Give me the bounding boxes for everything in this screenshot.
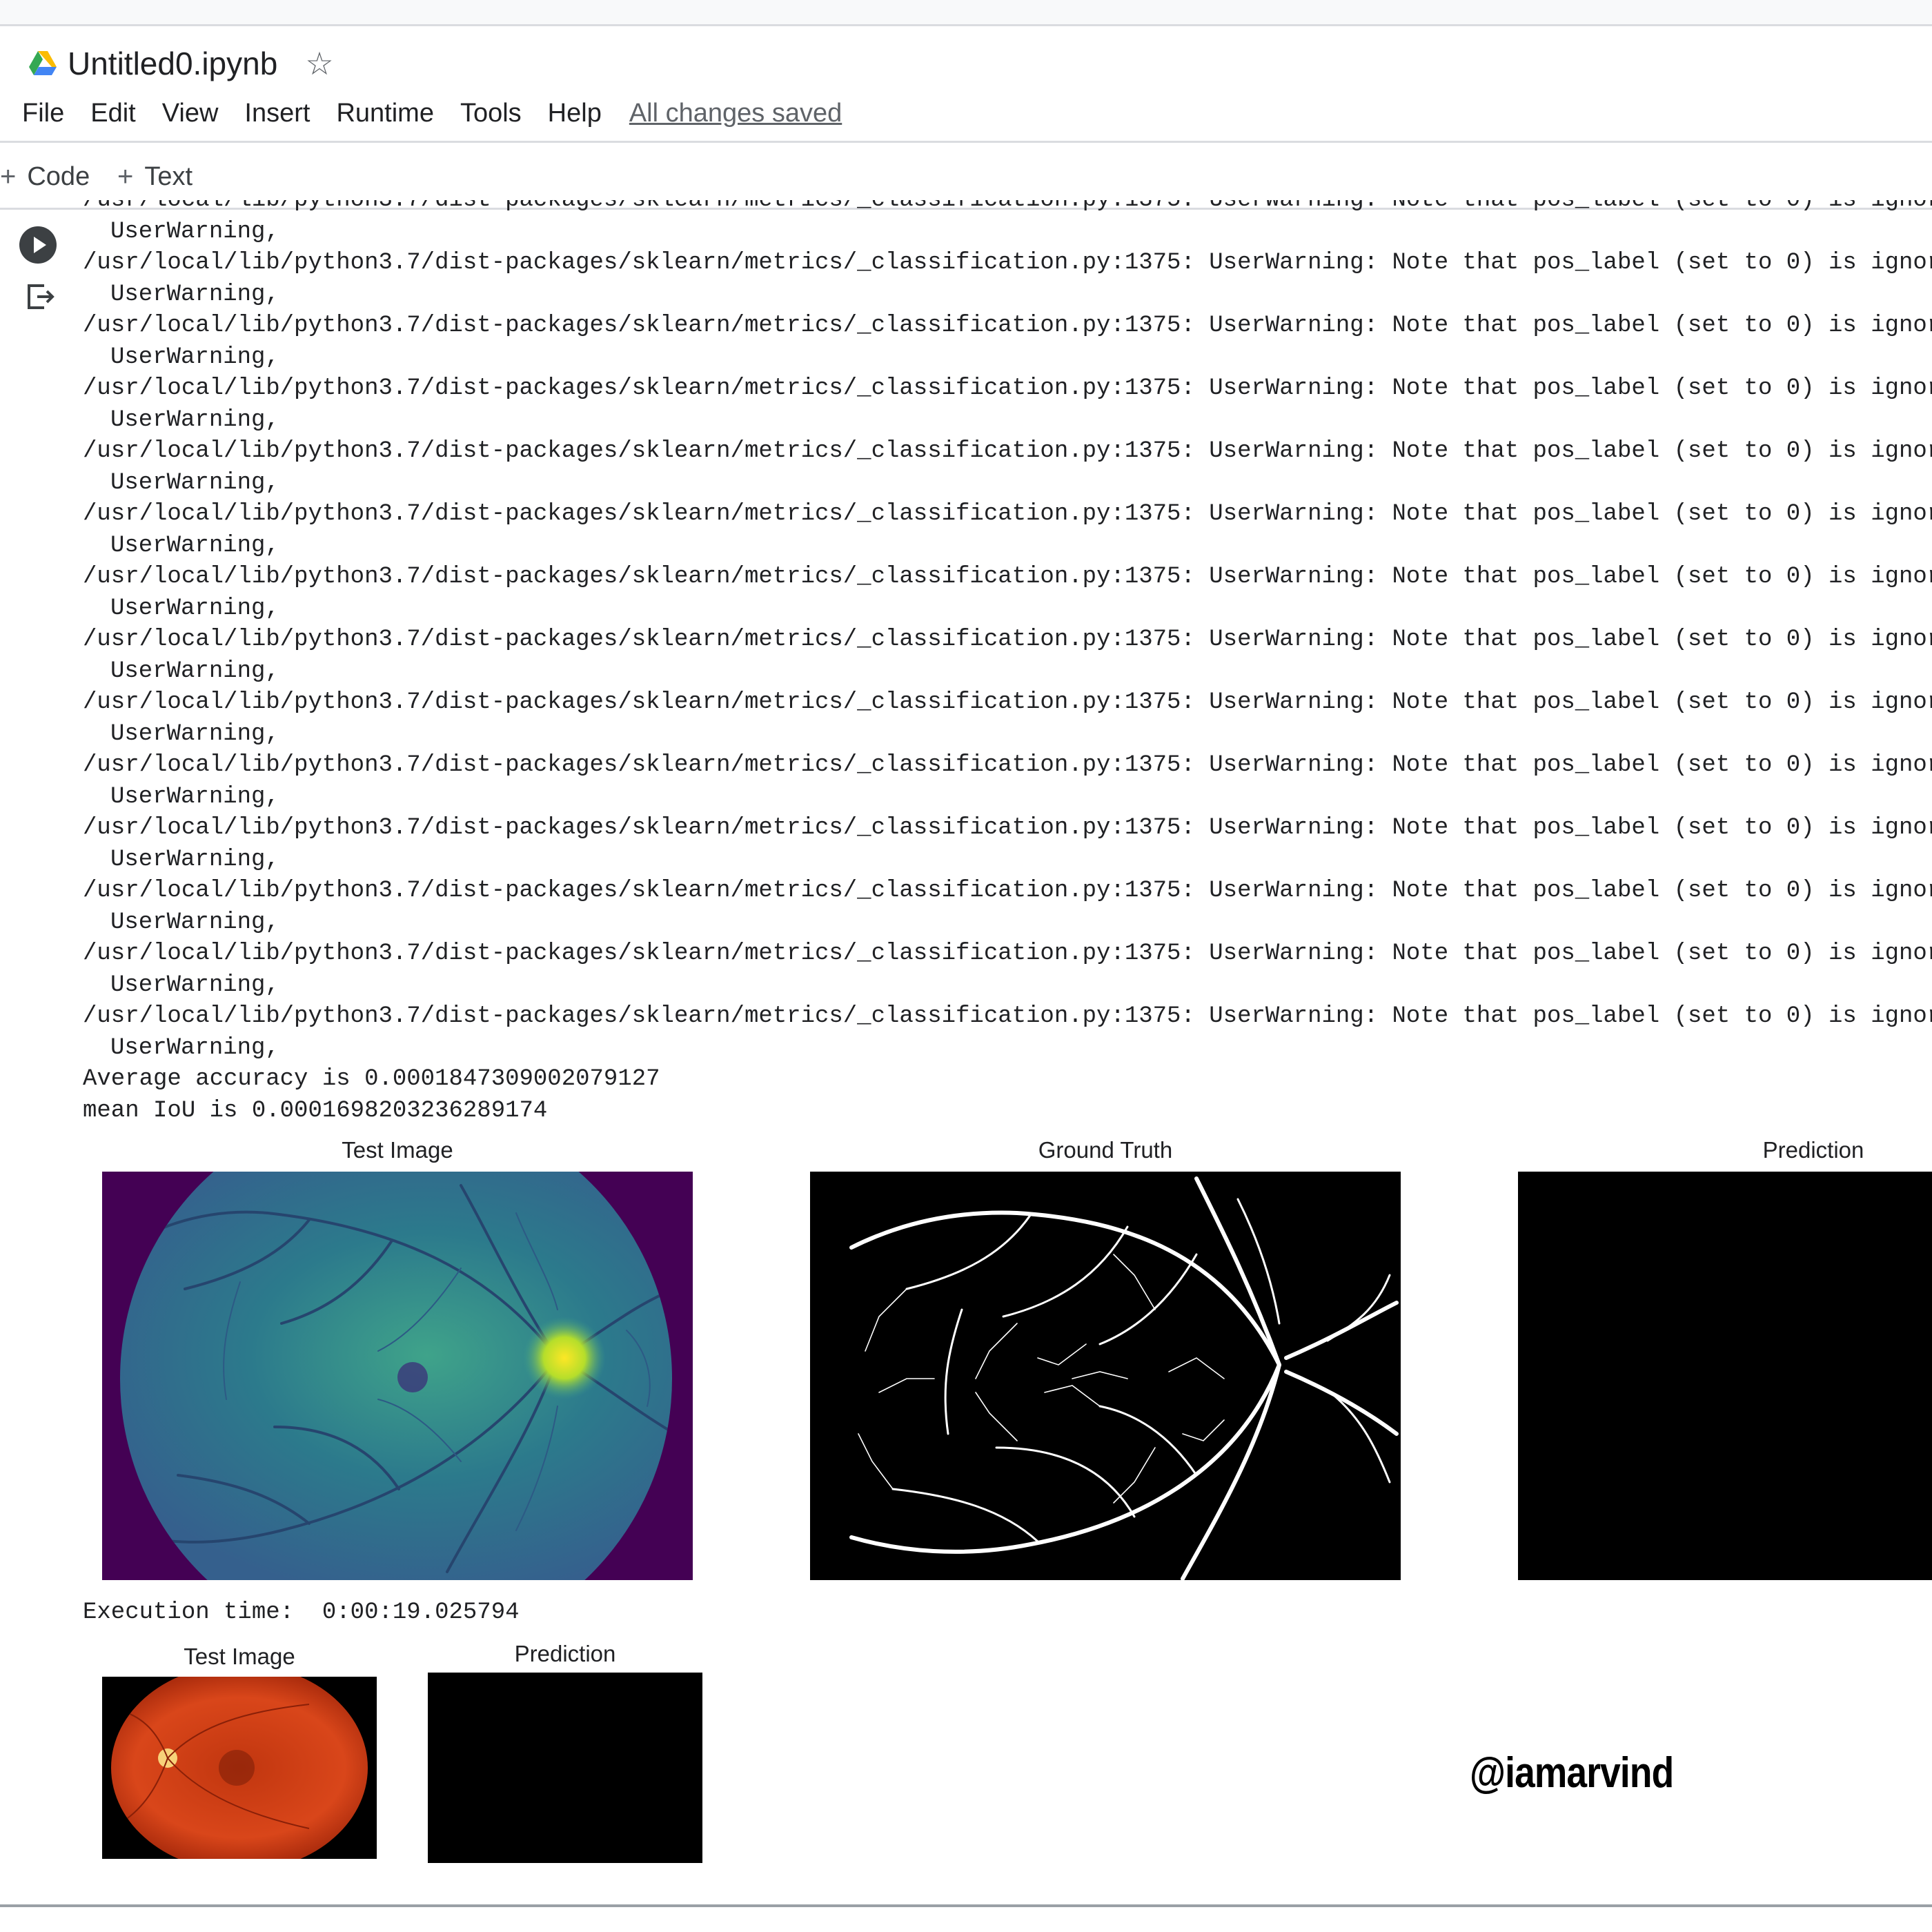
warning-continuation: UserWarning,	[110, 281, 279, 308]
add-code-cell-button[interactable]: + Code	[0, 159, 90, 194]
menu-edit[interactable]: Edit	[90, 99, 135, 128]
save-status-link[interactable]: All changes saved	[629, 99, 842, 128]
star-icon[interactable]: ☆	[305, 48, 333, 79]
warning-continuation: UserWarning,	[110, 972, 279, 998]
test-image-fundus	[102, 1172, 693, 1580]
warning-line: /usr/local/lib/python3.7/dist-packages/s…	[83, 689, 1932, 716]
warning-continuation: UserWarning,	[110, 406, 279, 433]
figure-title-test-image-small: Test Image	[184, 1644, 295, 1669]
warning-continuation: UserWarning,	[110, 909, 279, 936]
warning-continuation: UserWarning,	[110, 658, 279, 684]
bottom-divider	[0, 1904, 1932, 1907]
menu-file[interactable]: File	[22, 99, 64, 128]
ground-truth-vessel-mask	[810, 1172, 1401, 1580]
prediction-mask-small	[428, 1673, 702, 1863]
figure-title-prediction-small: Prediction	[514, 1641, 616, 1666]
plus-icon: +	[0, 161, 17, 192]
cell-gutter	[0, 210, 75, 1907]
warning-line: /usr/local/lib/python3.7/dist-packages/s…	[83, 815, 1932, 841]
warning-line: /usr/local/lib/python3.7/dist-packages/s…	[83, 501, 1932, 527]
menu-tools[interactable]: Tools	[460, 99, 522, 128]
warning-line: /usr/local/lib/python3.7/dist-packages/s…	[83, 564, 1932, 590]
warning-continuation: UserWarning,	[110, 595, 279, 622]
output-menu-icon[interactable]	[23, 280, 57, 313]
warning-line: /usr/local/lib/python3.7/dist-packages/s…	[83, 1003, 1932, 1029]
notebook-header: Untitled0.ipynb ☆	[28, 41, 334, 86]
warning-continuation: UserWarning,	[110, 720, 279, 747]
figure-title-prediction: Prediction	[1762, 1137, 1864, 1163]
warning-continuation: UserWarning,	[110, 783, 279, 810]
prediction-mask	[1518, 1172, 1932, 1580]
warning-line: /usr/local/lib/python3.7/dist-packages/s…	[83, 313, 1932, 339]
figure-title-test-image: Test Image	[342, 1137, 453, 1163]
cell-toolbar: + Code + Text	[0, 141, 1932, 210]
warning-line: /usr/local/lib/python3.7/dist-packages/s…	[83, 250, 1932, 276]
cell-output: /usr/local/lib/python3.7/dist-packages/s…	[83, 200, 1932, 1138]
warning-continuation: UserWarning,	[110, 532, 279, 559]
watermark-handle: @iamarvind	[1470, 1749, 1674, 1797]
mean-iou-line: mean IoU is 0.0001698203236289174	[83, 1097, 548, 1124]
add-code-label: Code	[27, 161, 90, 191]
menu-insert[interactable]: Insert	[244, 99, 310, 128]
warning-line: /usr/local/lib/python3.7/dist-packages/s…	[83, 752, 1932, 778]
test-image-fundus-rgb	[102, 1677, 377, 1859]
warning-continuation: UserWarning,	[110, 1034, 279, 1061]
average-accuracy-line: Average accuracy is 0.000184730900207912…	[83, 1066, 660, 1092]
menu-view[interactable]: View	[162, 99, 219, 128]
warning-line: /usr/local/lib/python3.7/dist-packages/s…	[83, 200, 1932, 213]
menu-help[interactable]: Help	[548, 99, 602, 128]
add-text-label: Text	[144, 161, 193, 191]
notebook-title[interactable]: Untitled0.ipynb	[68, 45, 277, 82]
menu-runtime[interactable]: Runtime	[336, 99, 434, 128]
warning-line: /usr/local/lib/python3.7/dist-packages/s…	[83, 940, 1932, 967]
warning-line: /usr/local/lib/python3.7/dist-packages/s…	[83, 438, 1932, 464]
warning-continuation: UserWarning,	[110, 218, 279, 245]
browser-top-edge	[0, 0, 1932, 26]
plus-icon: +	[117, 161, 134, 192]
warning-continuation: UserWarning,	[110, 469, 279, 496]
add-text-cell-button[interactable]: + Text	[117, 159, 193, 194]
run-cell-button[interactable]	[19, 226, 57, 264]
warning-line: /usr/local/lib/python3.7/dist-packages/s…	[83, 878, 1932, 904]
warning-line: /usr/local/lib/python3.7/dist-packages/s…	[83, 375, 1932, 402]
execution-time: Execution time: 0:00:19.025794	[83, 1599, 520, 1626]
warning-continuation: UserWarning,	[110, 846, 279, 873]
google-drive-icon[interactable]	[28, 50, 58, 77]
figure-title-ground-truth: Ground Truth	[1038, 1137, 1173, 1163]
warning-continuation: UserWarning,	[110, 344, 279, 371]
warning-line: /usr/local/lib/python3.7/dist-packages/s…	[83, 627, 1932, 653]
menu-bar: File Edit View Insert Runtime Tools Help…	[22, 95, 842, 131]
